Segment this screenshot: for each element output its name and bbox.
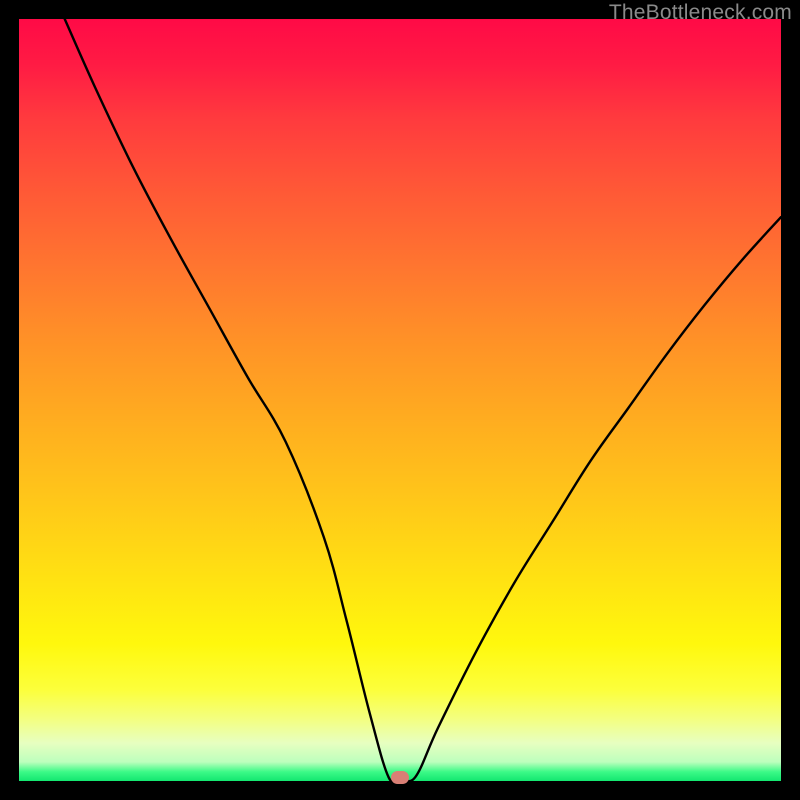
watermark-text: TheBottleneck.com <box>609 1 792 25</box>
plot-area <box>19 19 781 781</box>
optimal-point-marker <box>391 771 409 784</box>
bottleneck-curve <box>19 19 781 781</box>
chart-frame: TheBottleneck.com <box>0 0 800 800</box>
